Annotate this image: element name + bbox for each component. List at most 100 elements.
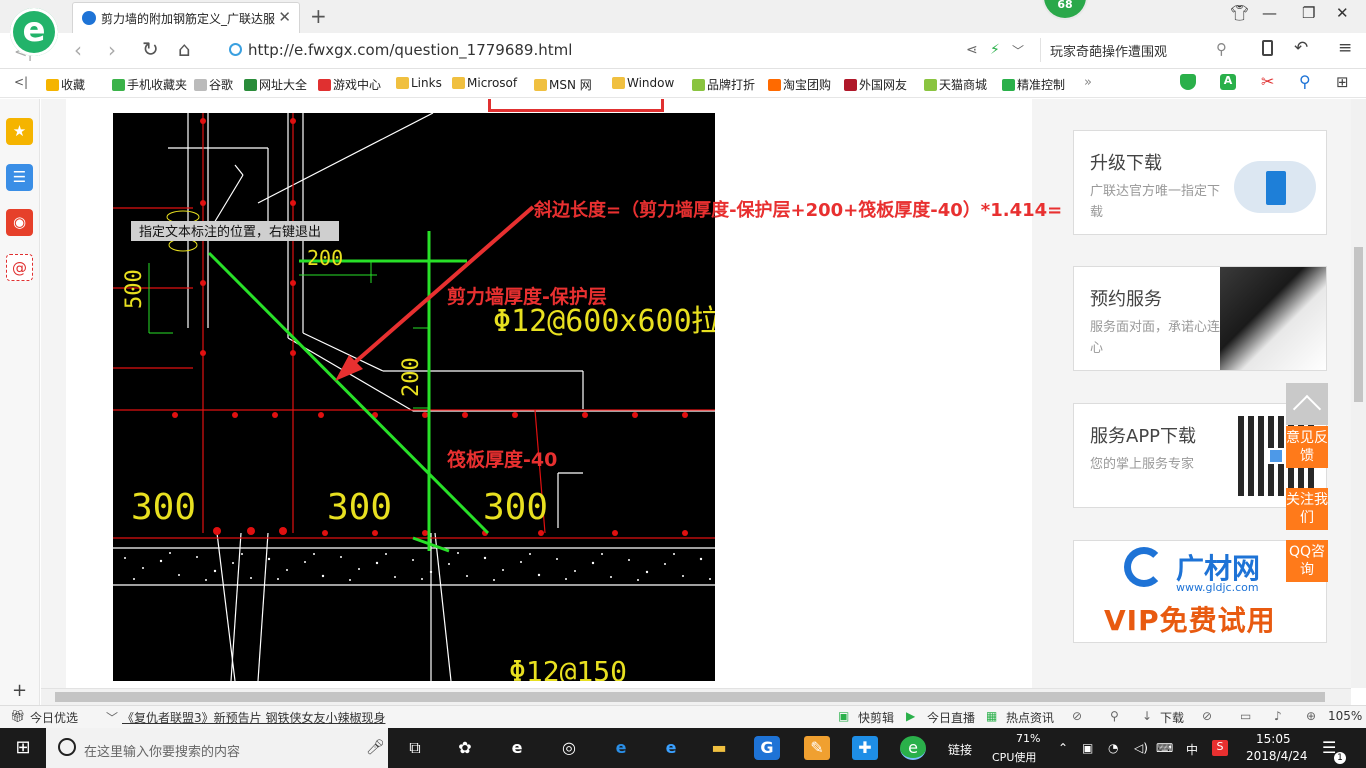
apps-grid-icon[interactable]: ⊞ xyxy=(1336,73,1349,91)
glodon-app-icon[interactable]: G xyxy=(754,736,780,760)
horizontal-scrollbar[interactable] xyxy=(41,688,1351,705)
new-tab-button[interactable]: + xyxy=(310,4,327,28)
follow-us-button[interactable]: 关注我们 xyxy=(1286,488,1328,530)
forward-button[interactable]: › xyxy=(108,38,116,62)
zoom-level[interactable]: 105% xyxy=(1328,709,1362,723)
menu-icon[interactable]: ≡ xyxy=(1338,38,1352,58)
internet-explorer-icon[interactable]: e xyxy=(658,736,684,760)
bookmark-item[interactable]: 精准控制 xyxy=(1002,76,1065,93)
back-button[interactable]: ‹ xyxy=(74,38,82,62)
chat-app-icon[interactable]: ◎ xyxy=(556,736,582,760)
plus-app-icon[interactable]: ✚ xyxy=(852,736,878,760)
bookmark-label: 外国网友 xyxy=(859,78,908,92)
sidebar-favorites-icon[interactable]: ★ xyxy=(6,118,33,145)
feedback-button[interactable]: 意见反馈 xyxy=(1286,426,1328,468)
browser-logo-icon[interactable]: e xyxy=(10,8,58,56)
hot-news-link[interactable]: 热点资讯 xyxy=(1006,709,1054,726)
appointment-service-card[interactable]: 预约服务 服务面对面，承诺心连心 xyxy=(1073,266,1327,371)
today-picks-link[interactable]: 今日优选 xyxy=(30,709,78,726)
bookmark-collapse-icon[interactable]: <| xyxy=(14,75,28,89)
sidebar-weibo-icon[interactable]: ◉ xyxy=(6,209,33,236)
bookmark-more-icon[interactable]: » xyxy=(1084,75,1092,90)
sidebar-reader-icon[interactable]: ☰ xyxy=(6,164,33,191)
qq-consult-button[interactable]: QQ咨询 xyxy=(1286,540,1328,582)
close-window-button[interactable]: ✕ xyxy=(1336,4,1349,22)
site-info-icon[interactable] xyxy=(229,43,242,56)
sidebar-mail-icon[interactable]: @ xyxy=(6,254,33,281)
quick-cut-link[interactable]: 快剪辑 xyxy=(858,709,894,726)
vertical-scroll-thumb[interactable] xyxy=(1354,247,1363,402)
bookmark-item[interactable]: 手机收藏夹 xyxy=(112,76,187,93)
security-shield-icon[interactable] xyxy=(1180,74,1196,90)
dim-300-c-label: 300 xyxy=(483,487,548,528)
vertical-scrollbar[interactable] xyxy=(1351,99,1366,688)
news-headline-link[interactable]: 《复仇者联盟3》新预告片 钢铁侠女友小辣椒现身 xyxy=(122,709,385,726)
download-link[interactable]: 下载 xyxy=(1160,709,1184,726)
tray-expand-icon[interactable]: ⌃ xyxy=(1058,741,1068,755)
bookmark-item[interactable]: 淘宝团购 xyxy=(768,76,831,93)
bookmark-item[interactable]: 收藏 xyxy=(46,76,85,93)
reload-button[interactable]: ↻ xyxy=(142,37,159,61)
shirt-icon[interactable]: 👕︎ xyxy=(1230,4,1249,22)
live-link[interactable]: 今日直播 xyxy=(927,709,975,726)
horizontal-scroll-thumb[interactable] xyxy=(55,692,1325,702)
back-to-top-button[interactable] xyxy=(1286,383,1328,425)
tray-link-label[interactable]: 链接 xyxy=(948,741,972,758)
find-icon[interactable]: ⚲ xyxy=(1299,72,1311,91)
bookmark-item[interactable]: Microsof xyxy=(452,76,517,90)
search-text[interactable]: 玩家奇葩操作遭围观 xyxy=(1050,41,1167,60)
pinwheel-app-icon[interactable]: ✿ xyxy=(452,736,478,760)
sogou-ime-icon[interactable]: S xyxy=(1212,740,1228,756)
download-icon[interactable]: ↓ xyxy=(1142,709,1152,723)
minimize-button[interactable]: — xyxy=(1262,4,1277,22)
file-explorer-icon[interactable]: ▬ xyxy=(706,736,732,760)
url-text[interactable]: http://e.fwxgx.com/question_1779689.html xyxy=(248,41,572,59)
tab-active[interactable]: 剪力墙的附加钢筋定义_广联达服 ✕ xyxy=(72,2,300,33)
microphone-icon[interactable]: 🎤︎ xyxy=(366,738,385,756)
taskbar-search-placeholder[interactable]: 在这里输入你要搜索的内容 xyxy=(84,741,240,760)
ime-indicator[interactable]: 中 xyxy=(1186,741,1198,758)
clock-date[interactable]: 2018/4/24 xyxy=(1246,749,1308,763)
wifi-icon[interactable]: ◔ xyxy=(1108,741,1118,755)
sidebar-add-button[interactable]: + xyxy=(12,680,27,701)
bookmark-item[interactable]: 游戏中心 xyxy=(318,76,381,93)
bookmark-item[interactable]: 外国网友 xyxy=(844,76,907,93)
edge-browser-icon[interactable]: e xyxy=(608,736,634,760)
window-icon[interactable]: ▭ xyxy=(1240,709,1251,723)
mute-icon[interactable]: ♪ xyxy=(1274,709,1282,723)
accelerate-icon[interactable]: ⊘ xyxy=(1072,709,1082,723)
home-button[interactable]: ⌂ xyxy=(178,37,191,61)
bookmark-item[interactable]: MSN 网 xyxy=(534,76,592,93)
screenshot-scissors-icon[interactable]: ✂ xyxy=(1261,72,1274,91)
volume-icon[interactable]: ◁) xyxy=(1134,741,1148,755)
upgrade-download-card[interactable]: 升级下载 广联达官方唯一指定下载 xyxy=(1073,130,1327,235)
tab-close-button[interactable]: ✕ xyxy=(278,8,291,26)
restore-button[interactable]: ❐ xyxy=(1302,4,1315,22)
zoom-icon[interactable]: ⊕ xyxy=(1306,709,1316,723)
bookmark-item[interactable]: Window xyxy=(612,76,674,90)
news-dropdown-icon[interactable]: ﹀ xyxy=(106,709,118,726)
notes-app-icon[interactable]: ✎ xyxy=(804,736,830,760)
task-view-icon[interactable]: ⧉ xyxy=(402,736,428,760)
bookmark-item[interactable]: Links xyxy=(396,76,442,90)
translate-icon[interactable]: A xyxy=(1220,74,1236,90)
phone-icon[interactable] xyxy=(1262,40,1273,56)
windows-start-icon[interactable]: ⊞ xyxy=(10,736,36,760)
pin-icon[interactable]: ⚲ xyxy=(1110,709,1119,723)
360-browser-taskbar-icon[interactable]: e xyxy=(900,736,926,760)
share-icon[interactable]: ⋖ xyxy=(966,42,978,58)
bookmark-item[interactable]: 网址大全 xyxy=(244,76,307,93)
ie-browser-icon[interactable]: e xyxy=(504,736,530,760)
keyboard-icon[interactable]: ⌨ xyxy=(1156,741,1173,755)
url-dropdown-icon[interactable]: ﹀ xyxy=(1012,42,1024,59)
undo-icon[interactable]: ↶ xyxy=(1294,38,1308,58)
dim-200-top-label: 200 xyxy=(307,246,343,270)
clock-time[interactable]: 15:05 xyxy=(1256,732,1291,746)
clean-icon[interactable]: ⊘ xyxy=(1202,709,1212,723)
tray-app-icon[interactable]: ▣ xyxy=(1082,741,1093,755)
search-icon[interactable]: ⚲ xyxy=(1216,40,1227,58)
bookmark-item[interactable]: 品牌打折 xyxy=(692,76,755,93)
bookmark-item[interactable]: 谷歌 xyxy=(194,76,233,93)
bookmark-item[interactable]: 天猫商城 xyxy=(924,76,987,93)
speed-mode-icon[interactable]: ⚡ xyxy=(990,42,1000,58)
